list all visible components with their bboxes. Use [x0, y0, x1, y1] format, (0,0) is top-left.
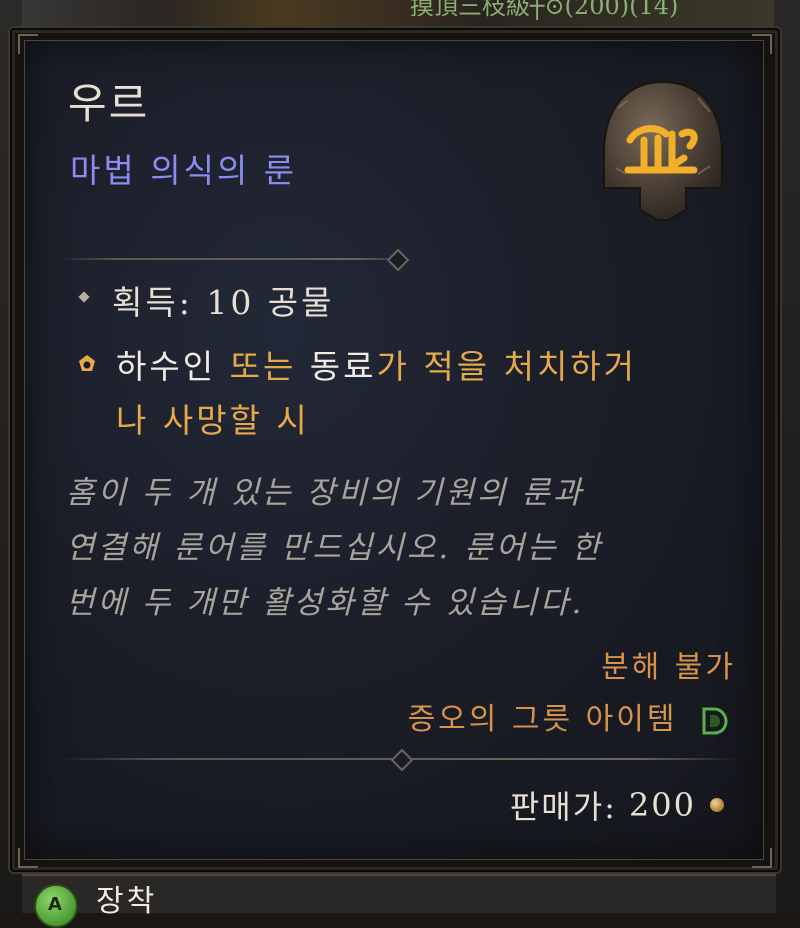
condition-row: 하수인 또는 동료가 적을 처치하거 나 사망할 시 [76, 340, 637, 448]
condition-gear-icon [79, 355, 95, 371]
rune-stone-icon [603, 80, 723, 221]
sell-label: 판매가: [509, 788, 617, 826]
condition-death: 나 사망할 시 [116, 401, 310, 440]
acquire-row: 획득: 10 공물 [76, 276, 335, 330]
sell-price: 판매가: 200 [510, 782, 724, 828]
condition-companion: 동료 [309, 347, 377, 386]
a-button-icon[interactable]: A [34, 884, 78, 928]
description-line: 홈이 두 개 있는 장비의 기원의 룬과 [66, 475, 585, 511]
condition-text: 하수인 또는 동료가 적을 처치하거 나 사망할 시 [116, 340, 637, 448]
item-type: 마법 의식의 룬 [70, 151, 298, 190]
frame-corner [752, 34, 772, 54]
sell-value: 200 [628, 786, 696, 824]
description-line: 연결해 룬어를 만드십시오. 룬어는 한 [66, 530, 604, 566]
condition-or: 또는 [216, 347, 310, 386]
condition-minion: 하수인 [116, 347, 217, 386]
expansion-tag-row: 증오의 그릇 아이템 [408, 694, 730, 738]
bullet-diamond-icon [78, 291, 90, 303]
item-description: 홈이 두 개 있는 장비의 기원의 룬과 연결해 룬어를 만드십시오. 룬어는 … [66, 466, 726, 631]
frame-corner [752, 848, 772, 868]
gold-coin-icon [710, 798, 724, 812]
salvage-tag: 분해 불가 [601, 650, 736, 685]
expansion-tag: 증오의 그릇 아이템 [407, 702, 678, 737]
background-hud-text: 摸頂三枝級┼⊙(200)(14) [410, 0, 679, 20]
section-divider [60, 748, 740, 772]
a-button-glyph: A [48, 894, 62, 915]
frame-corner [18, 848, 38, 868]
expansion-logo-icon [702, 707, 728, 735]
condition-kill: 가 적을 처치하거 [376, 347, 638, 386]
acquire-text: 획득: 10 공물 [112, 283, 335, 322]
description-line: 번에 두 개만 활성화할 수 있습니다. [66, 585, 585, 621]
section-divider [60, 248, 410, 272]
frame-corner [18, 34, 38, 54]
item-name: 우르 [68, 79, 150, 128]
equip-action[interactable]: 장착 [96, 876, 157, 920]
